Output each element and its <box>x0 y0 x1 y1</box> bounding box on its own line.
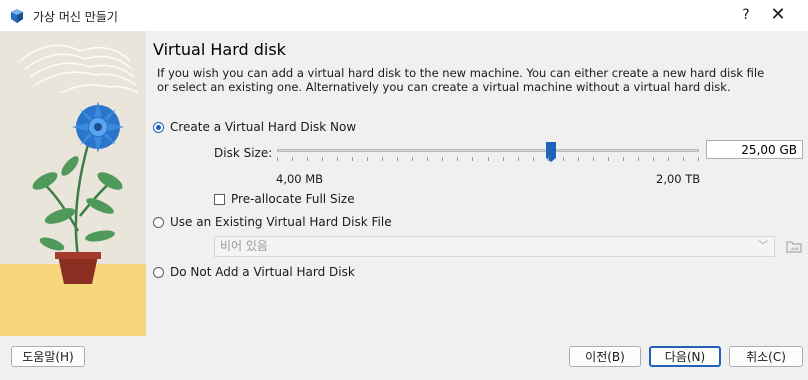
radio-button[interactable] <box>153 266 164 278</box>
radio-label: Use an Existing Virtual Hard Disk File <box>170 215 392 229</box>
next-button[interactable]: 다음(N) <box>649 346 721 367</box>
window-title: 가상 머신 만들기 <box>33 10 118 24</box>
slider-track <box>277 149 699 152</box>
radio-create-new-disk[interactable]: Create a Virtual Hard Disk Now <box>153 120 356 134</box>
radio-button[interactable] <box>153 216 164 228</box>
slider-tick <box>322 157 323 161</box>
slider-tick <box>578 157 579 161</box>
disk-size-input[interactable] <box>706 140 803 159</box>
slider-tick <box>397 157 398 161</box>
slider-max-label: 2,00 TB <box>656 172 701 186</box>
page-title: Virtual Hard disk <box>153 40 286 59</box>
slider-tick <box>638 157 639 161</box>
flower-pot-illustration <box>0 31 146 336</box>
close-icon[interactable]: ✕ <box>768 4 788 25</box>
cancel-button[interactable]: 취소(C) <box>729 346 803 367</box>
slider-tick <box>503 157 504 161</box>
folder-open-icon <box>786 241 802 253</box>
slider-tick <box>427 157 428 161</box>
wizard-illustration <box>0 31 146 336</box>
disk-size-label: Disk Size: <box>214 146 273 160</box>
slider-tick <box>668 157 669 161</box>
radio-use-existing-disk[interactable]: Use an Existing Virtual Hard Disk File <box>153 215 392 229</box>
radio-label: Do Not Add a Virtual Hard Disk <box>170 265 355 279</box>
slider-tick <box>337 157 338 161</box>
slider-tick <box>683 157 684 161</box>
title-bar: 가상 머신 만들기 ? ✕ <box>0 0 808 31</box>
slider-tick <box>292 157 293 161</box>
slider-thumb[interactable] <box>546 142 556 162</box>
existing-disk-select: 비어 있음 ﹀ <box>214 236 775 257</box>
radio-button-checked[interactable] <box>153 121 164 133</box>
slider-tick <box>382 157 383 161</box>
preallocate-label: Pre-allocate Full Size <box>231 192 355 206</box>
slider-tick <box>488 157 489 161</box>
slider-tick <box>533 157 534 161</box>
slider-tick <box>367 157 368 161</box>
help-icon[interactable]: ? <box>737 7 755 23</box>
preallocate-checkbox-row[interactable]: Pre-allocate Full Size <box>214 192 355 206</box>
wizard-footer: 도움말(H) 이전(B) 다음(N) 취소(C) <box>0 336 808 380</box>
slider-tick <box>698 157 699 161</box>
slider-tick <box>277 157 278 161</box>
preallocate-checkbox[interactable] <box>214 193 225 205</box>
slider-tick <box>518 157 519 161</box>
slider-tick <box>442 157 443 161</box>
slider-tick <box>457 157 458 161</box>
slider-tick <box>412 157 413 161</box>
back-button[interactable]: 이전(B) <box>569 346 641 367</box>
slider-tick <box>593 157 594 161</box>
help-button[interactable]: 도움말(H) <box>11 346 85 367</box>
slider-tick <box>548 157 549 161</box>
slider-min-label: 4,00 MB <box>276 172 324 186</box>
slider-tick <box>472 157 473 161</box>
select-value: 비어 있음 <box>220 239 268 253</box>
slider-tick <box>653 157 654 161</box>
radio-do-not-add-disk[interactable]: Do Not Add a Virtual Hard Disk <box>153 265 355 279</box>
disk-size-slider[interactable] <box>277 142 699 164</box>
radio-label: Create a Virtual Hard Disk Now <box>170 120 357 134</box>
wizard-page: Virtual Hard disk If you wish you can ad… <box>146 31 808 336</box>
virtualbox-cube-icon <box>11 9 23 23</box>
slider-tick <box>563 157 564 161</box>
slider-tick <box>623 157 624 161</box>
page-description: If you wish you can add a virtual hard d… <box>157 66 765 94</box>
slider-tick <box>352 157 353 161</box>
slider-tick <box>307 157 308 161</box>
slider-tick <box>608 157 609 161</box>
chevron-down-icon: ﹀ <box>758 241 768 252</box>
